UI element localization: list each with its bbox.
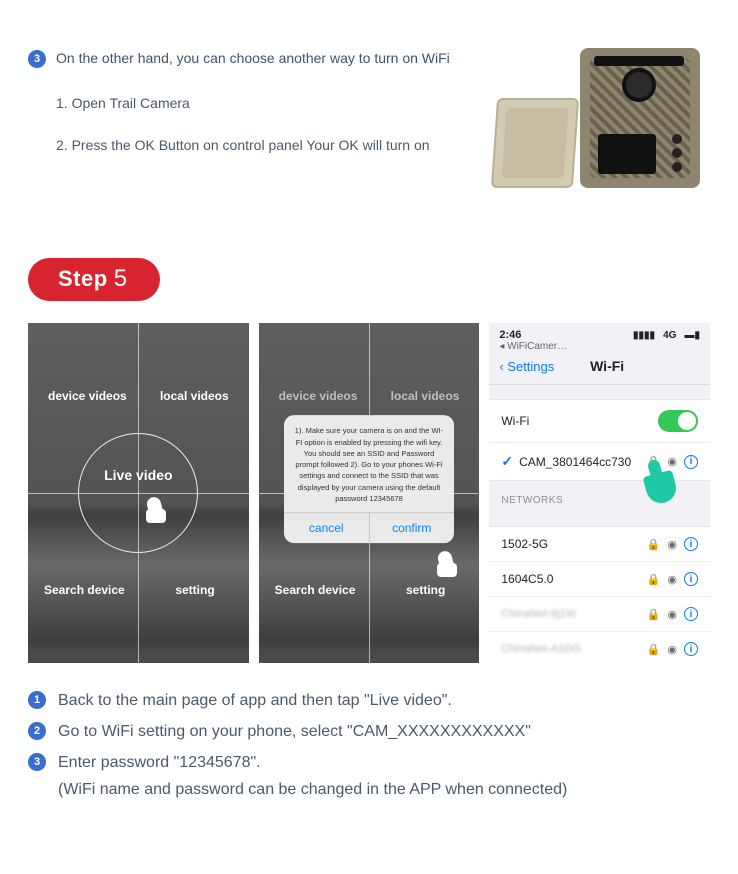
wifi-connected-name: CAM_3801464cc730 (519, 455, 647, 469)
wifi-title: Wi-Fi (514, 358, 700, 374)
wifi-network-name: 1502-5G (501, 537, 646, 551)
wifi-network-name: ChinaNet-8j1W (501, 608, 646, 620)
tip-sub-2: 2. Press the OK Button on control panel … (56, 134, 460, 156)
quad-setting: setting (175, 583, 214, 597)
live-video-button[interactable]: Live video (78, 433, 198, 553)
back-to-app[interactable]: ◂ WiFiCamer… (489, 341, 710, 352)
popup-confirm-button[interactable]: confirm (369, 513, 455, 543)
wifi-instructions-popup: 1). Make sure your camera is on and the … (284, 416, 454, 544)
instruction-3-note: (WiFi name and password can be changed i… (58, 781, 710, 799)
wifi-signal-icon: ◉ (667, 608, 677, 621)
wifi-signal-icon: ◉ (667, 573, 677, 586)
instruction-2-text: Go to WiFi setting on your phone, select… (58, 720, 531, 745)
status-time: 2:46 (499, 329, 521, 341)
intro-section: 3 On the other hand, you can choose anot… (0, 0, 738, 218)
tap-hand-icon (433, 549, 461, 577)
wifi-connected-row[interactable]: ✓ CAM_3801464cc730 🔒 ◉ i (489, 443, 710, 480)
quad-local-videos-2: local videos (391, 389, 460, 403)
networks-list: 1502-5G🔒◉i1604C5.0🔒◉iChinaNet-8j1W🔒◉iChi… (489, 526, 710, 663)
lock-icon: 🔒 (647, 643, 661, 656)
wifi-label: Wi-Fi (501, 414, 658, 428)
instruction-2: 2 Go to WiFi setting on your phone, sele… (28, 720, 710, 745)
info-icon[interactable]: i (684, 537, 698, 551)
popup-cancel-button[interactable]: cancel (284, 513, 369, 543)
instruction-1-text: Back to the main page of app and then ta… (58, 689, 452, 714)
instruction-3-text: Enter password "12345678". (58, 751, 261, 776)
wifi-network-row[interactable]: ChinaNet-A1DG🔒 ◉ i (489, 632, 710, 663)
signal-bars-icon: ▮▮▮▮ (633, 330, 655, 341)
lock-icon: 🔒 (647, 573, 661, 586)
lock-icon: 🔒 (647, 608, 661, 621)
instruction-3: 3 Enter password "12345678". (28, 751, 710, 776)
networks-section-label: NETWORKS (489, 481, 710, 512)
status-bar: 2:46 ▮▮▮▮ 4G ▬▮ (489, 323, 710, 341)
tap-hand-icon (142, 495, 170, 523)
quad-device-videos-2: device videos (279, 389, 358, 403)
trail-camera-image (480, 48, 710, 198)
info-icon[interactable]: i (684, 642, 698, 656)
info-icon[interactable]: i (684, 572, 698, 586)
tip-sub-1: 1. Open Trail Camera (56, 92, 460, 114)
wifi-signal-icon: ◉ (667, 643, 677, 656)
checkmark-icon: ✓ (501, 453, 513, 470)
live-video-label: Live video (104, 467, 172, 483)
phone-wifi-screenshot: 2:46 ▮▮▮▮ 4G ▬▮ ◂ WiFiCamer… ‹ Settings … (489, 323, 710, 663)
lock-icon: 🔒 (647, 538, 661, 551)
step5-screenshot-row: device videos local videos Search device… (0, 323, 738, 663)
wifi-network-row[interactable]: 1604C5.0🔒 ◉ i (489, 562, 710, 597)
wifi-signal-icon: ◉ (667, 538, 677, 551)
app-main-screenshot: device videos local videos Search device… (28, 323, 249, 663)
bullet-1: 1 (28, 691, 46, 709)
step5-instructions: 1 Back to the main page of app and then … (0, 663, 738, 799)
instruction-1: 1 Back to the main page of app and then … (28, 689, 710, 714)
status-network: 4G (663, 330, 676, 341)
tip-3: 3 On the other hand, you can choose anot… (28, 48, 460, 70)
quad-search-device: Search device (44, 583, 125, 597)
quad-local-videos: local videos (160, 389, 229, 403)
wifi-network-name: ChinaNet-A1DG (501, 643, 646, 655)
quad-setting-2: setting (406, 583, 445, 597)
wifi-network-row[interactable]: ChinaNet-8j1W🔒 ◉ i (489, 597, 710, 632)
app-popup-screenshot: device videos local videos Search device… (259, 323, 480, 663)
wifi-signal-icon: ◉ (667, 455, 677, 468)
step-5-badge: Step 5 (28, 258, 160, 301)
quad-device-videos: device videos (48, 389, 127, 403)
info-icon[interactable]: i (684, 607, 698, 621)
wifi-network-name: 1604C5.0 (501, 572, 646, 586)
bullet-2: 2 (28, 722, 46, 740)
tip-text: On the other hand, you can choose anothe… (56, 48, 450, 70)
quad-search-device-2: Search device (275, 583, 356, 597)
bullet-3: 3 (28, 753, 46, 771)
wifi-toggle[interactable] (658, 410, 698, 432)
step-label: Step (58, 266, 108, 292)
step-number: 5 (114, 265, 128, 293)
popup-message: 1). Make sure your camera is on and the … (284, 416, 454, 513)
wifi-network-row[interactable]: 1502-5G🔒 ◉ i (489, 527, 710, 562)
tip-number-badge: 3 (28, 50, 46, 68)
wifi-toggle-row[interactable]: Wi-Fi (489, 400, 710, 443)
info-icon[interactable]: i (684, 455, 698, 469)
battery-icon: ▬▮ (685, 330, 701, 341)
